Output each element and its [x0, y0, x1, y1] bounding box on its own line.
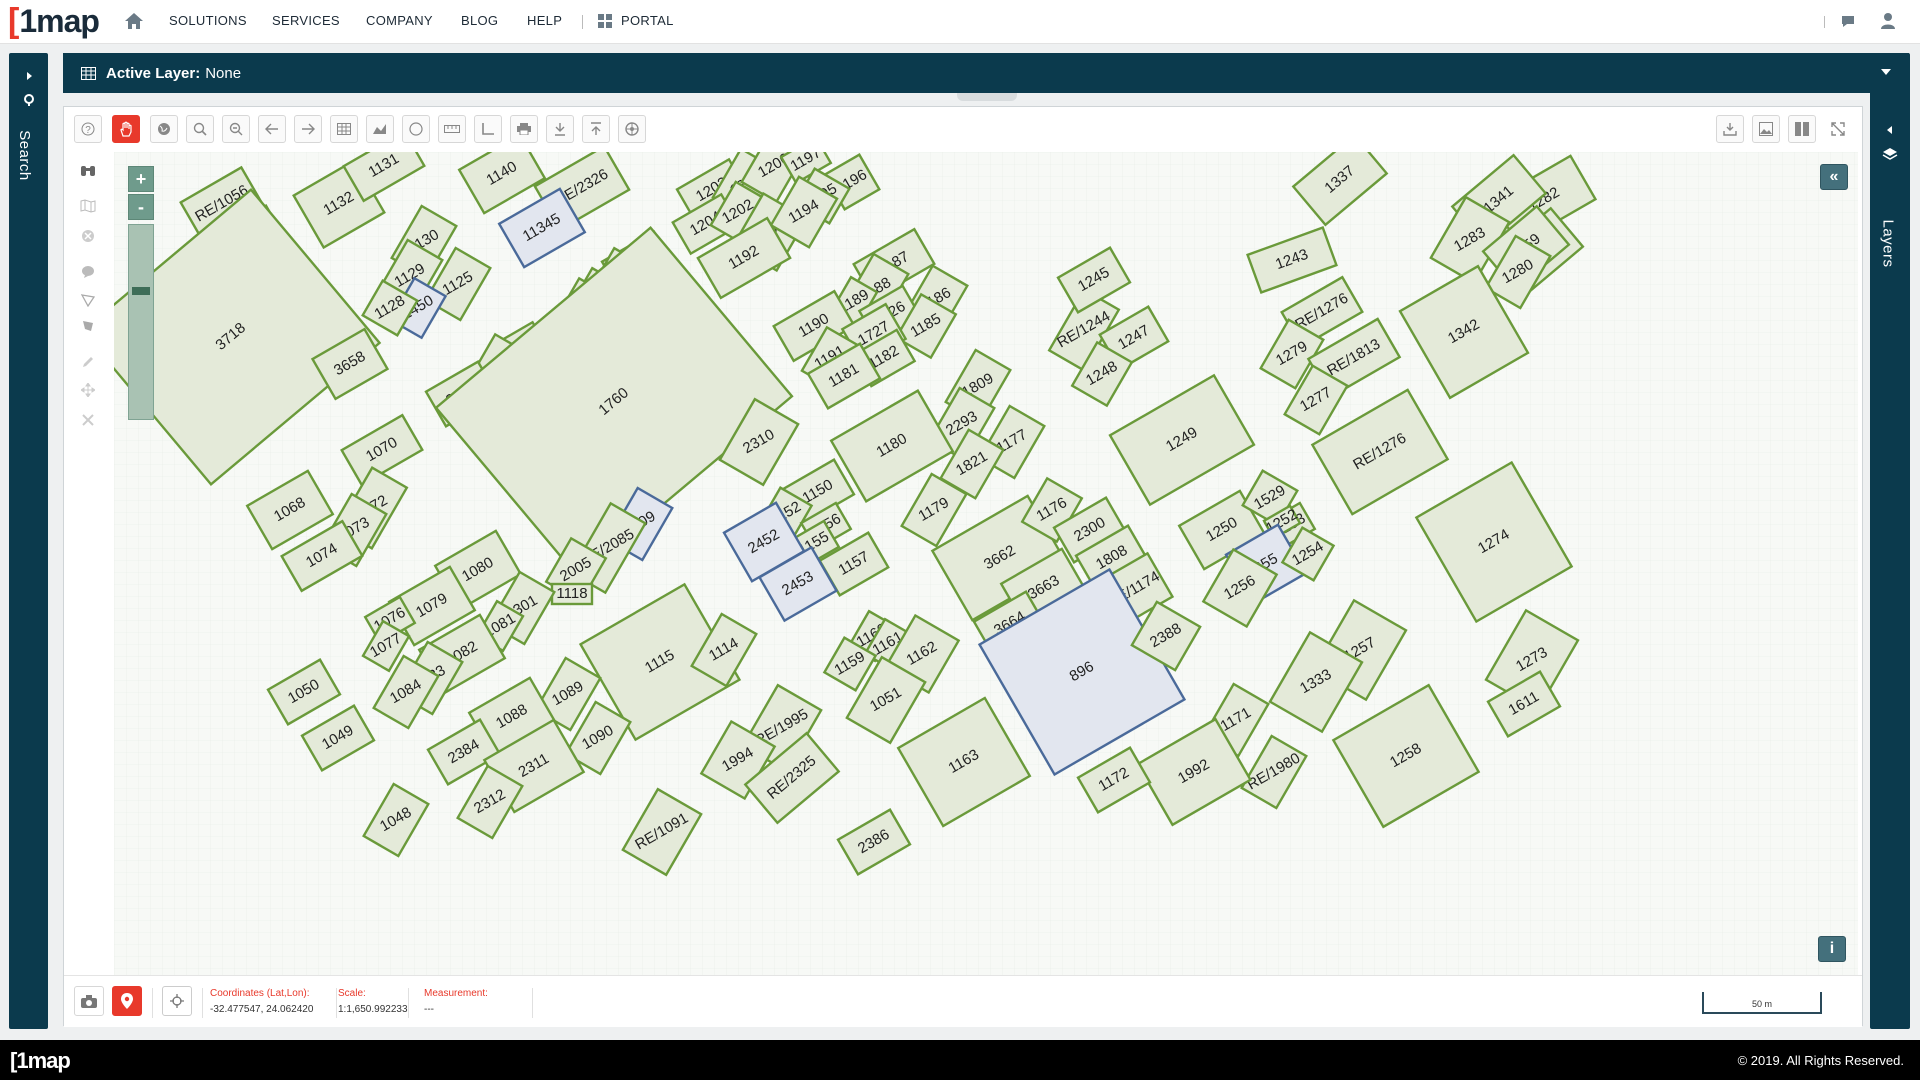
image-icon[interactable]	[1752, 115, 1780, 143]
map-canvas[interactable]: RE/10562302113211311140RE/23261134512031…	[114, 152, 1858, 975]
zoom-out-button[interactable]: -	[128, 194, 154, 220]
cadastral-map[interactable]: RE/10562302113211311140RE/23261134512031…	[114, 152, 1858, 975]
home-icon[interactable]	[124, 12, 144, 30]
zoom-control: + -	[128, 166, 154, 420]
layers-label: Layers	[1879, 219, 1897, 268]
search-sidebar[interactable]: Search	[9, 53, 48, 1029]
search-label: Search	[15, 130, 33, 181]
map-icon[interactable]	[74, 192, 102, 220]
x-icon[interactable]	[74, 406, 102, 434]
map-toolbar: ?	[64, 107, 1862, 152]
grid-icon	[598, 14, 612, 28]
left-tool-column	[64, 152, 114, 987]
download-tray-icon[interactable]	[1716, 115, 1744, 143]
upload-icon[interactable]	[582, 115, 610, 143]
nav-blog[interactable]: BLOG	[461, 13, 498, 28]
nav-portal[interactable]: PORTAL	[621, 13, 674, 28]
chart-icon[interactable]	[366, 115, 394, 143]
nav-divider	[1824, 16, 1825, 28]
user-icon[interactable]	[1880, 12, 1896, 30]
info-button[interactable]: i	[1818, 936, 1846, 962]
active-layer-label: Active Layer:	[106, 64, 201, 82]
zoom-in-button[interactable]: +	[128, 166, 154, 192]
circle-icon[interactable]	[402, 115, 430, 143]
nav-solutions[interactable]: SOLUTIONS	[169, 13, 247, 28]
pencil-icon[interactable]	[74, 348, 102, 376]
coordinates-value: -32.477547, 24.062420	[210, 1004, 314, 1015]
zoom-slider[interactable]	[128, 224, 154, 420]
location-pin-icon[interactable]	[112, 986, 142, 1016]
svg-text:?: ?	[85, 125, 91, 136]
help-icon[interactable]: ?	[74, 115, 102, 143]
pan-hand-icon[interactable]	[112, 115, 140, 143]
top-navigation: [1map SOLUTIONS SERVICES COMPANY BLOG HE…	[0, 0, 1920, 44]
scale-bar: 50 m	[1702, 992, 1822, 1014]
nav-divider	[582, 15, 583, 29]
status-divider	[408, 988, 409, 1018]
chat-icon[interactable]	[1840, 13, 1856, 29]
speech-bubble-icon[interactable]	[74, 258, 102, 286]
footer: [1map © 2019. All Rights Reserved.	[0, 1040, 1920, 1080]
measurement-value: ---	[424, 1004, 434, 1015]
arrow-right-icon[interactable]	[294, 115, 322, 143]
map-panel: ? RE/1056 1132 1131 1140 RE/2326 11345 1…	[63, 106, 1863, 1027]
crosshair-icon[interactable]	[162, 986, 192, 1016]
collapse-panel-button[interactable]: «	[1820, 164, 1848, 190]
coordinates-label: Coordinates (Lat,Lon):	[210, 988, 310, 999]
search-icon	[24, 94, 34, 106]
table-icon[interactable]	[330, 115, 358, 143]
move-icon[interactable]	[74, 376, 102, 404]
print-icon[interactable]	[510, 115, 538, 143]
scale-label: Scale:	[338, 988, 366, 999]
settings-wheel-icon[interactable]	[618, 115, 646, 143]
status-bar: Coordinates (Lat,Lon): -32.477547, 24.06…	[64, 975, 1862, 1027]
camera-icon[interactable]	[74, 986, 104, 1016]
zoom-out-icon[interactable]	[222, 115, 250, 143]
polygon-icon[interactable]	[74, 286, 102, 314]
status-divider	[336, 988, 337, 1018]
scale-value: 1:1,650.992233	[338, 1004, 408, 1015]
collapse-handle[interactable]	[957, 93, 1017, 101]
nav-help[interactable]: HELP	[527, 13, 562, 28]
logo[interactable]: [1map	[8, 2, 100, 40]
nav-services[interactable]: SERVICES	[272, 13, 340, 28]
split-view-icon[interactable]	[1788, 115, 1816, 143]
active-layer-bar[interactable]: Active Layer: None	[63, 53, 1909, 93]
active-layer-value: None	[205, 64, 242, 82]
zoom-in-icon[interactable]	[186, 115, 214, 143]
measurement-label: Measurement:	[424, 988, 488, 999]
layers-icon	[1882, 148, 1898, 160]
fullscreen-icon[interactable]	[1824, 115, 1852, 143]
expand-arrow-icon[interactable]	[24, 71, 34, 81]
binoculars-icon[interactable]	[74, 156, 102, 184]
fill-icon[interactable]	[74, 312, 102, 340]
ruler-icon[interactable]	[438, 115, 466, 143]
status-divider	[532, 988, 533, 1018]
copyright: © 2019. All Rights Reserved.	[1737, 1053, 1904, 1068]
table-icon	[81, 66, 96, 80]
expand-arrow-icon[interactable]	[1885, 125, 1895, 135]
download-icon[interactable]	[546, 115, 574, 143]
nav-company[interactable]: COMPANY	[366, 13, 433, 28]
angle-icon[interactable]	[474, 115, 502, 143]
status-divider	[152, 988, 153, 1018]
zoom-slider-handle[interactable]	[132, 287, 150, 295]
parcel[interactable]: 1118	[550, 582, 594, 606]
layers-sidebar[interactable]: Layers	[1870, 53, 1910, 1029]
chevron-down-icon[interactable]	[1881, 69, 1891, 75]
globe-icon[interactable]	[150, 115, 178, 143]
arrow-left-icon[interactable]	[258, 115, 286, 143]
status-divider	[202, 988, 203, 1018]
close-circle-icon[interactable]	[74, 222, 102, 250]
parcel-label: 1118	[556, 585, 587, 602]
footer-logo[interactable]: [1map	[10, 1048, 71, 1074]
